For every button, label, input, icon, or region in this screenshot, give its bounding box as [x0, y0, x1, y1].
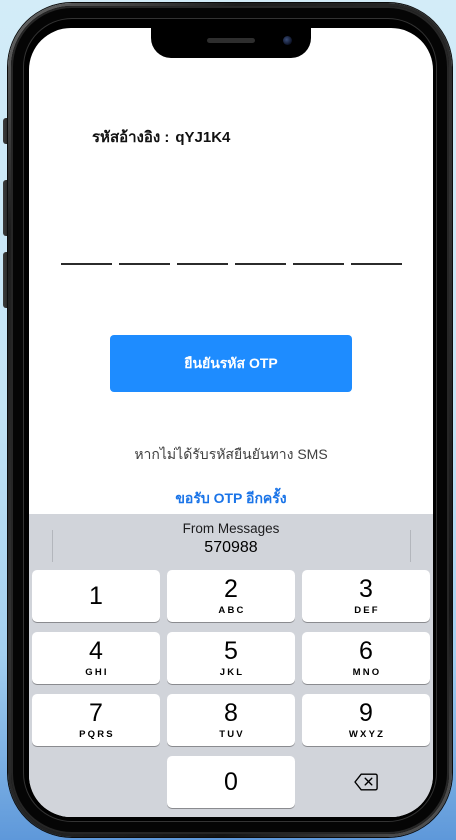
reference-code: qYJ1K4	[175, 129, 231, 146]
otp-autofill-suggestion[interactable]: From Messages 570988	[69, 520, 393, 564]
delete-key[interactable]	[302, 756, 430, 808]
key-letters: PQRS	[79, 729, 115, 740]
speaker-grille	[207, 38, 255, 43]
key-7[interactable]: 7 PQRS	[32, 694, 160, 746]
suggestion-divider-left	[52, 530, 53, 562]
otp-digit-slot-4[interactable]	[235, 241, 286, 265]
resend-otp-link[interactable]: ขอรับ OTP อีกครั้ง	[29, 488, 433, 508]
suggestion-divider-right	[410, 530, 411, 562]
key-letters: ABC	[218, 605, 246, 616]
key-digit: 5	[224, 637, 238, 665]
confirm-otp-button[interactable]: ยืนยันรหัส OTP	[110, 335, 352, 392]
key-digit: 1	[89, 582, 103, 610]
key-digit: 9	[359, 699, 373, 727]
key-digit: 8	[224, 699, 238, 727]
key-6[interactable]: 6 MNO	[302, 632, 430, 684]
numeric-keypad: From Messages 570988 1 2 ABC 3 DEF 4 GHI…	[29, 514, 433, 817]
key-digit: 7	[89, 699, 103, 727]
no-sms-text: หากไม่ได้รับรหัสยืนยันทาง SMS	[134, 446, 328, 462]
key-9[interactable]: 9 WXYZ	[302, 694, 430, 746]
otp-digit-slot-2[interactable]	[119, 241, 170, 265]
key-letters: JKL	[219, 667, 245, 678]
otp-digit-slot-1[interactable]	[61, 241, 112, 265]
key-letters: TUV	[219, 729, 245, 740]
key-3[interactable]: 3 DEF	[302, 570, 430, 622]
key-4[interactable]: 4 GHI	[32, 632, 160, 684]
key-5[interactable]: 5 JKL	[167, 632, 295, 684]
key-2[interactable]: 2 ABC	[167, 570, 295, 622]
otp-digit-slot-5[interactable]	[293, 241, 344, 265]
key-digit: 0	[224, 768, 238, 796]
otp-digit-slot-6[interactable]	[351, 241, 402, 265]
key-letters: WXYZ	[348, 729, 386, 740]
key-letters: DEF	[354, 605, 380, 616]
notch	[151, 28, 311, 58]
key-0[interactable]: 0	[167, 756, 295, 808]
reference-label: รหัสอ้างอิง :	[92, 129, 170, 146]
suggestion-code: 570988	[204, 539, 258, 556]
otp-input[interactable]	[61, 241, 402, 265]
key-letters: MNO	[352, 667, 382, 678]
otp-digit-slot-3[interactable]	[177, 241, 228, 265]
phone-screen: รหัสอ้างอิง : qYJ1K4 ยืนยันรหัส OTP หากไม…	[29, 28, 433, 817]
key-8[interactable]: 8 TUV	[167, 694, 295, 746]
reference-code-row: รหัสอ้างอิง : qYJ1K4	[92, 128, 230, 148]
key-digit: 6	[359, 637, 373, 665]
key-digit: 3	[359, 575, 373, 603]
key-1[interactable]: 1	[32, 570, 160, 622]
suggestion-source: From Messages	[182, 521, 280, 536]
backspace-icon	[354, 773, 378, 791]
key-digit: 4	[89, 637, 103, 665]
key-letters: GHI	[85, 667, 109, 678]
front-camera	[283, 36, 292, 45]
key-digit: 2	[224, 575, 238, 603]
